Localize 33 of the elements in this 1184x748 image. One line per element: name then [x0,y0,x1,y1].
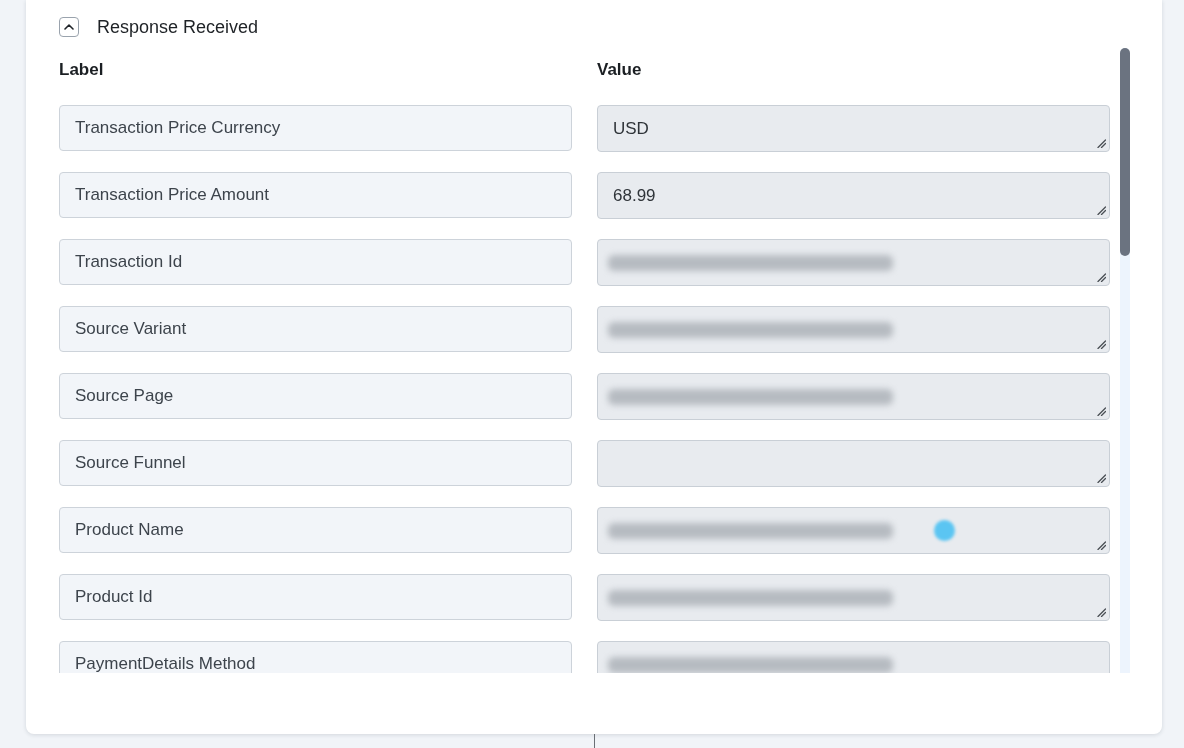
connector-line [594,734,595,748]
label-field[interactable]: Source Variant [59,306,572,352]
resize-grip-icon[interactable] [1097,407,1106,416]
scrollbar-thumb[interactable] [1120,48,1130,256]
value-field[interactable] [597,440,1110,487]
scrollbar-track[interactable] [1120,48,1130,673]
value-field[interactable]: 68.99 [597,172,1110,219]
value-field[interactable] [597,239,1110,286]
collapse-toggle-button[interactable] [59,17,79,37]
value-field[interactable] [597,373,1110,420]
resize-grip-icon[interactable] [1097,273,1106,282]
resize-grip-icon[interactable] [1097,206,1106,215]
chevron-up-icon [64,24,74,30]
label-field[interactable]: Source Page [59,373,572,419]
label-field[interactable]: Transaction Price Amount [59,172,572,218]
resize-grip-icon[interactable] [1097,608,1106,617]
label-field[interactable]: Transaction Price Currency [59,105,572,151]
resize-grip-icon[interactable] [1097,139,1106,148]
value-field[interactable] [597,507,1110,554]
value-field[interactable]: USD [597,105,1110,152]
label-field[interactable]: Source Funnel [59,440,572,486]
resize-grip-icon[interactable] [1097,340,1106,349]
label-field[interactable]: Transaction Id [59,239,572,285]
value-field[interactable] [597,574,1110,621]
label-field[interactable]: Product Id [59,574,572,620]
resize-grip-icon[interactable] [1097,474,1106,483]
value-field[interactable] [597,306,1110,353]
section-title: Response Received [97,16,259,38]
resize-grip-icon[interactable] [1097,541,1106,550]
column-header: Label [59,59,104,81]
label-field[interactable]: PaymentDetails Method [59,641,572,673]
column-header: Value [597,59,642,81]
label-field[interactable]: Product Name [59,507,572,553]
